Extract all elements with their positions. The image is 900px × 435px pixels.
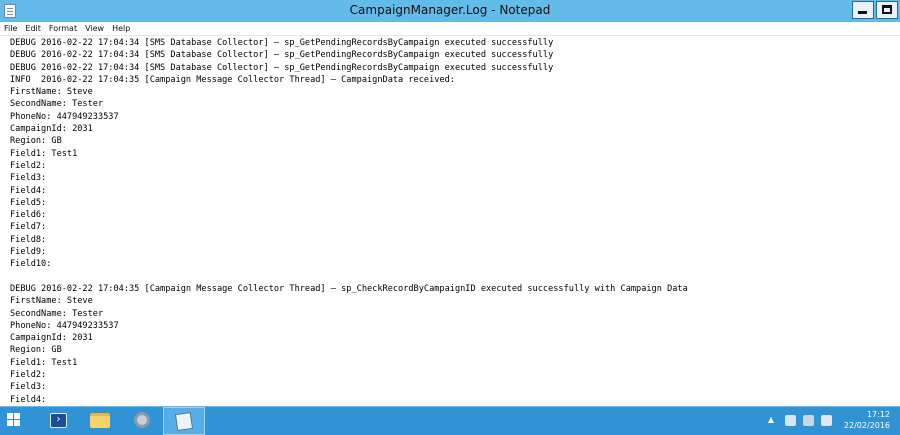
notepad-icon — [174, 411, 194, 432]
log-line: Field3: — [10, 173, 47, 184]
taskbar-item-notepad[interactable] — [163, 407, 205, 435]
menu-help[interactable]: Help — [112, 24, 130, 33]
log-line: Field3: — [10, 382, 47, 393]
taskbar-item-file-explorer[interactable] — [80, 407, 120, 435]
log-line: Field2: — [10, 160, 47, 171]
log-line: Field5: — [10, 197, 47, 208]
log-line: Field8: — [10, 234, 47, 245]
menu-format[interactable]: Format — [49, 24, 77, 33]
network-icon[interactable] — [803, 415, 814, 426]
maximize-button[interactable] — [876, 1, 898, 19]
server-manager-icon — [134, 412, 150, 428]
windows-logo-icon — [7, 413, 21, 427]
log-line: PhoneNo: 447949233537 — [10, 111, 119, 122]
log-line: SecondName: Tester — [10, 99, 104, 110]
clock-time: 17:12 — [866, 410, 890, 419]
clock-date: 22/02/2016 — [843, 421, 890, 430]
log-line: CampaignId: 2031 — [10, 333, 93, 344]
taskbar-clock[interactable]: 17:12 22/02/2016 — [844, 409, 890, 431]
taskbar-item-powershell[interactable]: › — [38, 407, 78, 435]
show-hidden-icons-button[interactable]: ▲ — [768, 415, 774, 424]
text-editor-area[interactable]: DEBUG 2016-02-22 17:04:34 [SMS Database … — [0, 37, 900, 406]
start-button[interactable] — [0, 407, 28, 435]
log-line: FirstName: Steve — [10, 87, 93, 98]
powershell-icon: › — [50, 413, 67, 428]
taskbar: › ▲ 17:12 22/02/2016 — [0, 406, 900, 435]
log-line: Region: GB — [10, 136, 62, 147]
log-line: Field10: — [10, 259, 52, 270]
file-explorer-icon — [90, 413, 110, 428]
log-line: Region: GB — [10, 345, 62, 356]
log-line: DEBUG 2016-02-22 17:04:34 [SMS Database … — [10, 62, 554, 73]
maximize-icon — [882, 5, 892, 14]
window-controls — [852, 0, 900, 20]
log-line: Field6: — [10, 210, 47, 221]
log-line: FirstName: Steve — [10, 296, 93, 307]
log-line: CampaignId: 2031 — [10, 124, 93, 135]
log-line: Field4: — [10, 185, 47, 196]
log-line: INFO 2016-02-22 17:04:35 [Campaign Messa… — [10, 74, 455, 85]
minimize-icon — [858, 11, 867, 14]
window-title: CampaignManager.Log - Notepad — [349, 3, 551, 17]
action-center-icon[interactable] — [785, 415, 796, 426]
menu-view[interactable]: View — [85, 24, 104, 33]
log-line: Field2: — [10, 370, 47, 381]
log-line: SecondName: Tester — [10, 308, 104, 319]
volume-muted-icon[interactable] — [821, 415, 832, 426]
log-line: Field1: Test1 — [10, 148, 78, 159]
log-line: Field1: Test1 — [10, 357, 78, 368]
log-line: Field9: — [10, 247, 47, 258]
minimize-button[interactable] — [852, 1, 874, 19]
menu-file[interactable]: File — [4, 24, 17, 33]
log-line: Field4: — [10, 394, 47, 405]
menu-edit[interactable]: Edit — [25, 24, 41, 33]
log-line: Field7: — [10, 222, 47, 233]
log-line: PhoneNo: 447949233537 — [10, 320, 119, 331]
log-line: DEBUG 2016-02-22 17:04:34 [SMS Database … — [10, 38, 554, 48]
log-line: DEBUG 2016-02-22 17:04:34 [SMS Database … — [10, 50, 554, 61]
log-line: DEBUG 2016-02-22 17:04:35 [Campaign Mess… — [10, 283, 688, 294]
title-bar[interactable]: CampaignManager.Log - Notepad — [0, 0, 900, 23]
taskbar-item-server-manager[interactable] — [122, 407, 162, 435]
menu-bar: File Edit Format View Help — [0, 22, 900, 36]
system-tray: ▲ 17:12 22/02/2016 — [760, 407, 900, 435]
